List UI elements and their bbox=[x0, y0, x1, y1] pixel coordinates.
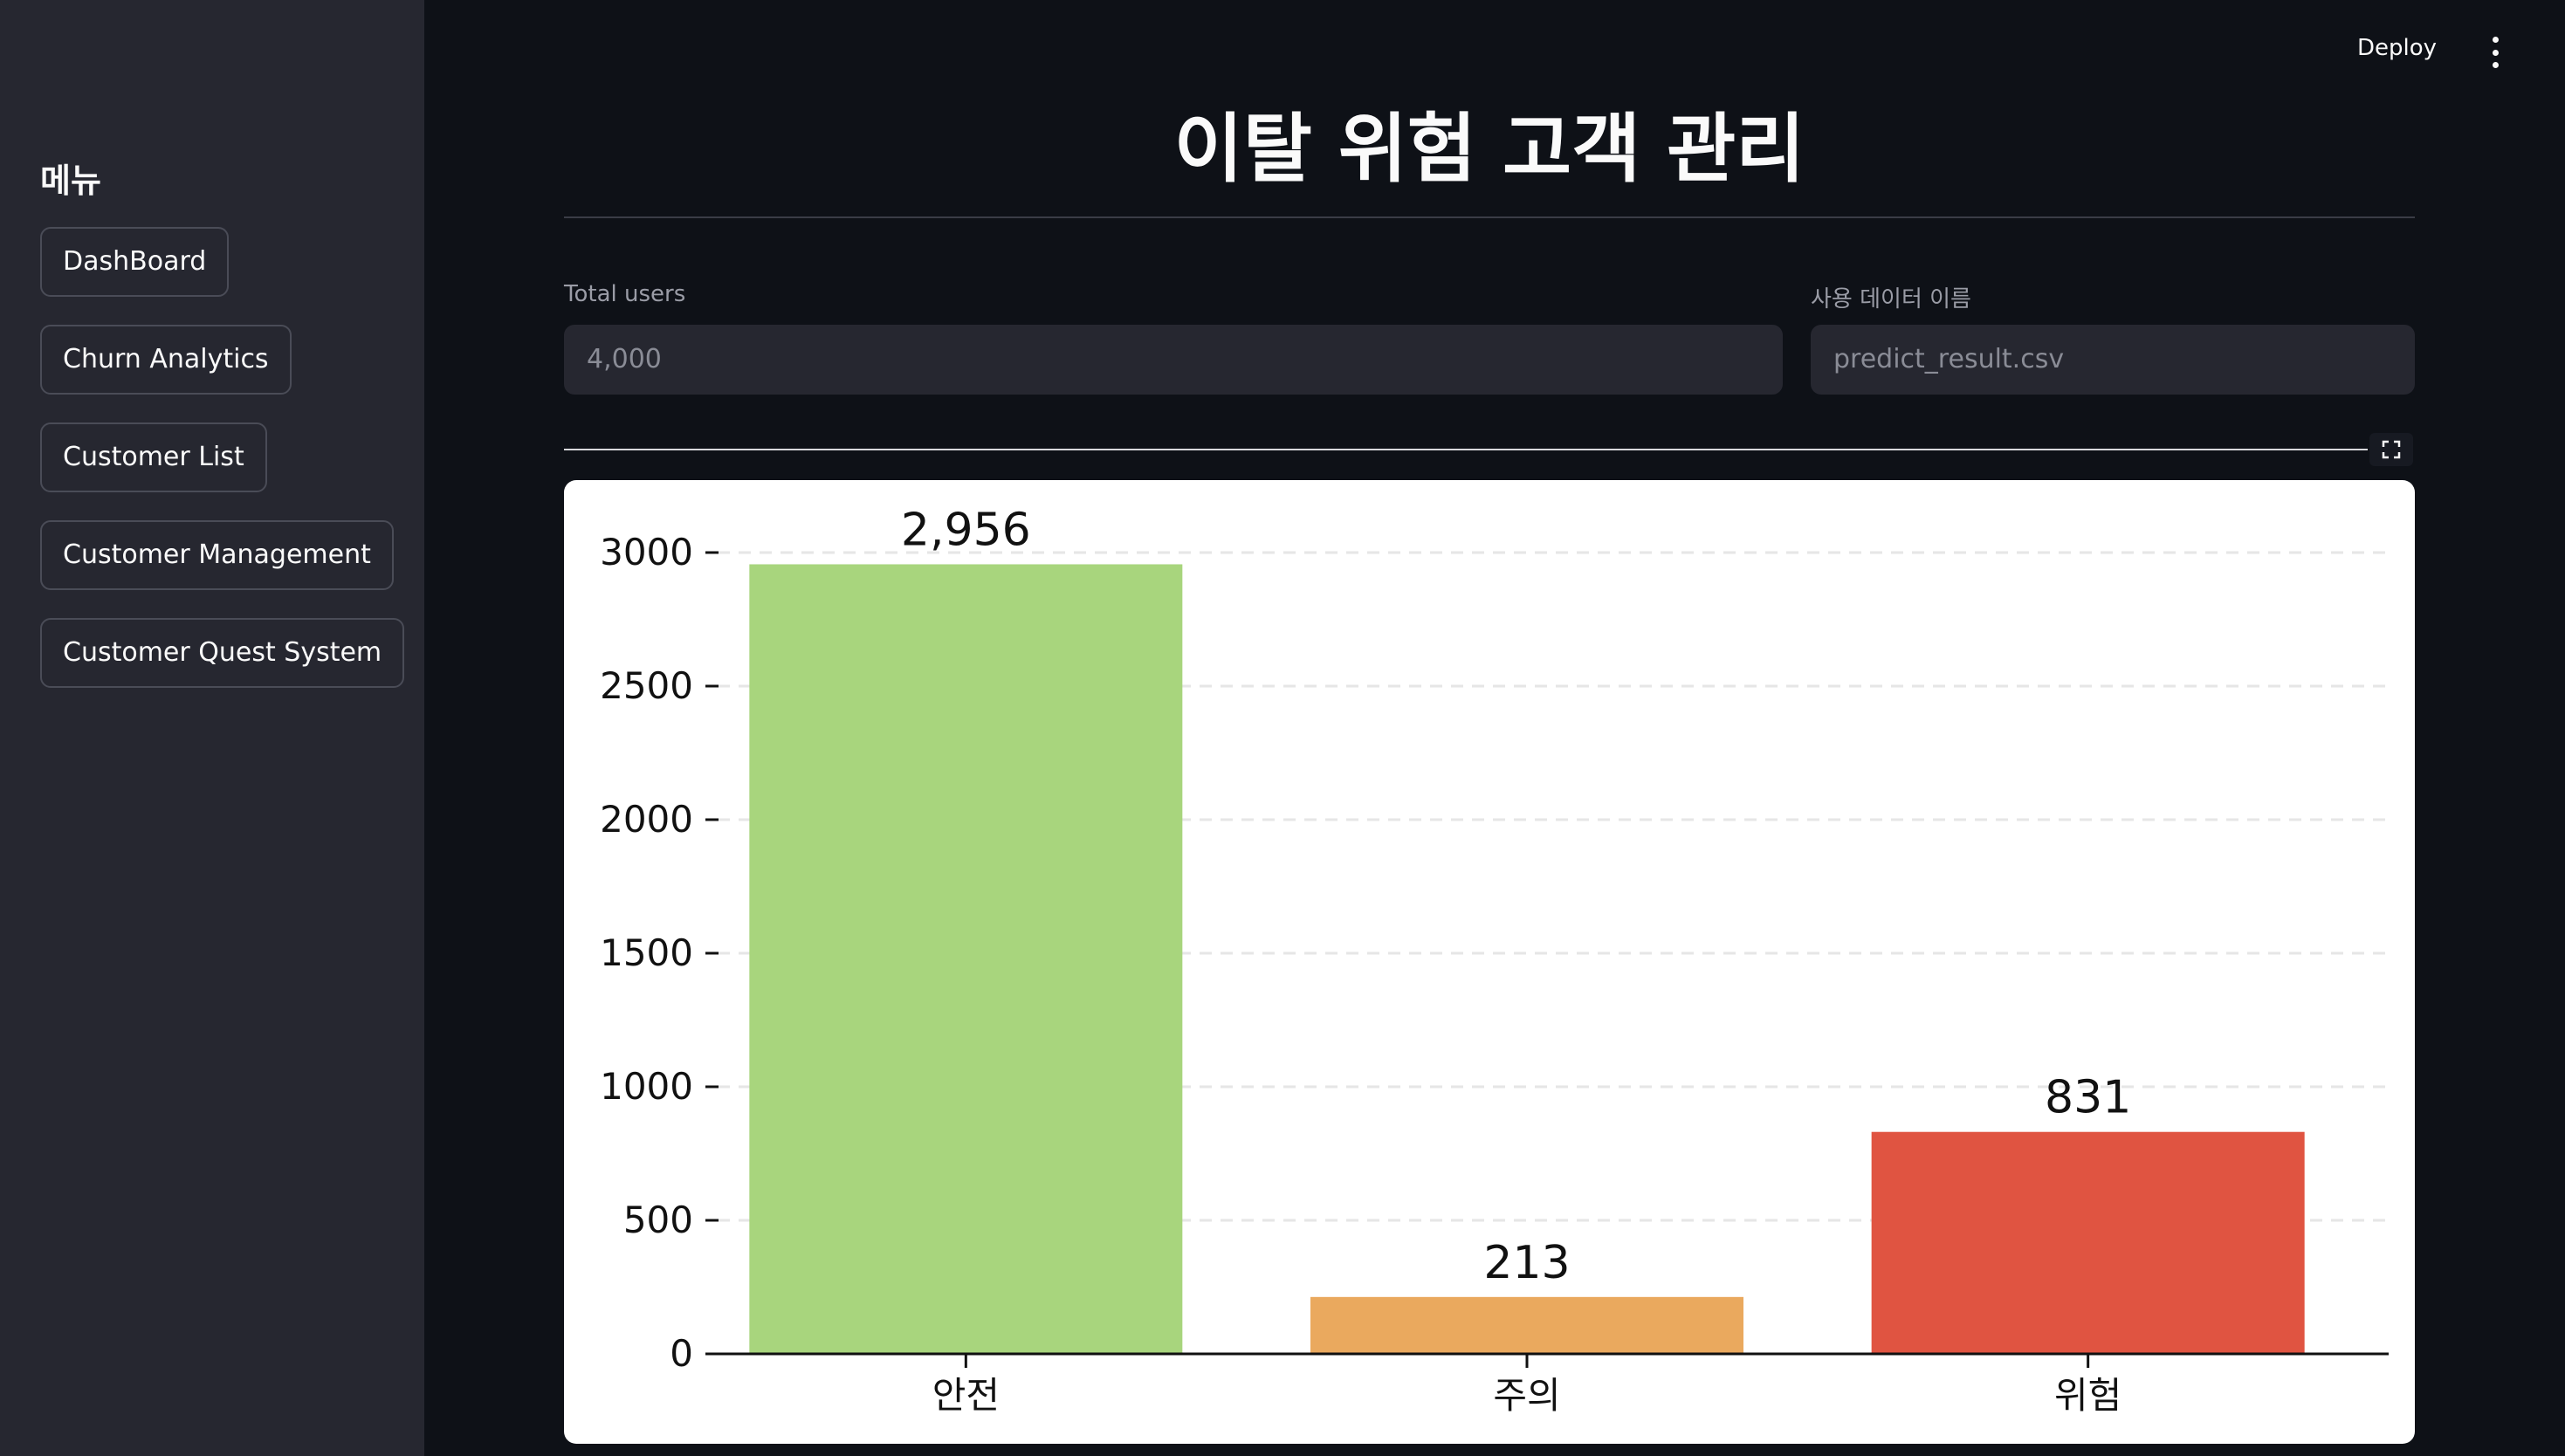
bar bbox=[749, 564, 1183, 1354]
chart-divider bbox=[564, 449, 2368, 450]
y-tick-label: 3000 bbox=[600, 531, 693, 573]
data-name-label: 사용 데이터 이름 bbox=[1811, 286, 1971, 312]
y-tick-label: 2000 bbox=[600, 798, 693, 841]
sidebar-item-churn-analytics[interactable]: Churn Analytics bbox=[40, 325, 292, 395]
churn-risk-bar-chart: 0 500 1000 1500 2000 2500 3000 2,956 안전 213 주의 831 위… bbox=[564, 480, 2415, 1444]
chart-svg: 0 500 1000 1500 2000 2500 3000 2,956 안전 213 주의 831 위… bbox=[600, 504, 2389, 1417]
y-tick-label: 1000 bbox=[600, 1065, 693, 1108]
total-users-field[interactable]: 4,000 bbox=[564, 325, 1783, 395]
total-users-label: Total users bbox=[564, 281, 686, 307]
title-divider bbox=[564, 216, 2415, 218]
y-tick-label: 1500 bbox=[600, 931, 693, 974]
bar-value-label: 2,956 bbox=[901, 504, 1031, 556]
bar bbox=[1871, 1131, 2305, 1354]
sidebar-item-dashboard[interactable]: DashBoard bbox=[40, 227, 230, 297]
sidebar-item-customer-list[interactable]: Customer List bbox=[40, 422, 267, 492]
y-tick-label: 500 bbox=[623, 1198, 693, 1241]
sidebar-title: 메뉴 bbox=[40, 161, 101, 200]
fullscreen-icon[interactable] bbox=[2369, 433, 2413, 466]
sidebar-item-customer-quest-system[interactable]: Customer Quest System bbox=[40, 618, 405, 688]
sidebar-item-customer-management[interactable]: Customer Management bbox=[40, 520, 394, 590]
page-title: 이탈 위험 고객 관리 bbox=[1173, 106, 1805, 193]
y-tick-label: 2500 bbox=[600, 664, 693, 707]
bar-value-label: 831 bbox=[2045, 1072, 2131, 1124]
deploy-button[interactable]: Deploy bbox=[2357, 35, 2437, 61]
x-tick-label: 주의 bbox=[1493, 1374, 1560, 1417]
bar bbox=[1310, 1296, 1743, 1354]
bar-value-label: 213 bbox=[1483, 1237, 1570, 1289]
y-tick-label: 0 bbox=[670, 1332, 693, 1375]
x-tick-label: 안전 bbox=[932, 1374, 1000, 1417]
x-tick-label: 위험 bbox=[2054, 1374, 2121, 1417]
kebab-menu-icon[interactable] bbox=[2485, 37, 2506, 68]
sidebar: 메뉴 DashBoard Churn Analytics Customer Li… bbox=[0, 0, 424, 1456]
data-name-field[interactable]: predict_result.csv bbox=[1811, 325, 2415, 395]
